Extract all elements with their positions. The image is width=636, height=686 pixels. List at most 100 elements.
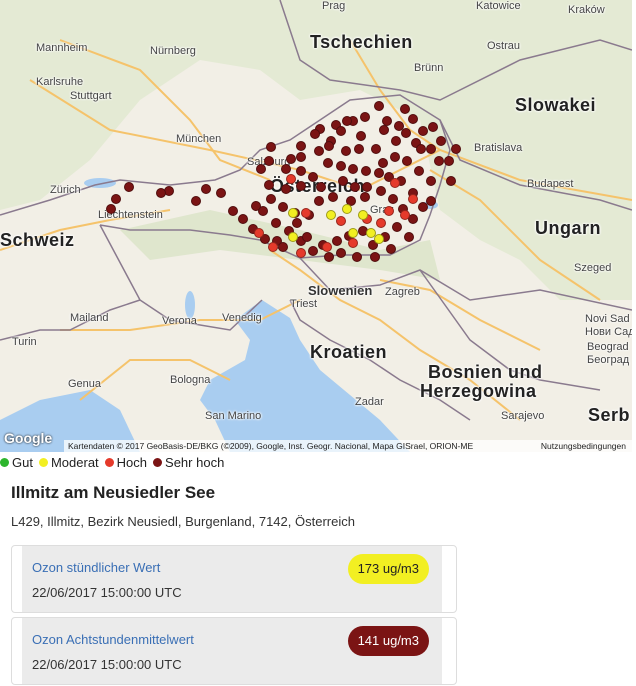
station-marker-hoch[interactable] — [322, 242, 332, 252]
station-marker-hoch[interactable] — [384, 206, 394, 216]
station-marker-sehr-hoch[interactable] — [271, 218, 281, 228]
station-marker-sehr-hoch[interactable] — [332, 236, 342, 246]
station-marker-sehr-hoch[interactable] — [378, 158, 388, 168]
station-marker-sehr-hoch[interactable] — [296, 166, 306, 176]
station-marker-sehr-hoch[interactable] — [251, 201, 261, 211]
station-marker-sehr-hoch[interactable] — [376, 186, 386, 196]
station-marker-sehr-hoch[interactable] — [336, 248, 346, 258]
station-marker-sehr-hoch[interactable] — [414, 166, 424, 176]
station-marker-hoch[interactable] — [296, 248, 306, 258]
station-marker-sehr-hoch[interactable] — [404, 232, 414, 242]
station-marker-sehr-hoch[interactable] — [292, 218, 302, 228]
station-marker-sehr-hoch[interactable] — [336, 126, 346, 136]
station-marker-sehr-hoch[interactable] — [238, 214, 248, 224]
station-marker-hoch[interactable] — [400, 210, 410, 220]
station-marker-sehr-hoch[interactable] — [382, 116, 392, 126]
terms-link[interactable]: Nutzungsbedingungen — [541, 441, 632, 451]
station-marker-moderat[interactable] — [374, 234, 384, 244]
station-marker-sehr-hoch[interactable] — [308, 246, 318, 256]
station-marker-sehr-hoch[interactable] — [281, 164, 291, 174]
measurement-label[interactable]: Ozon Achtstundenmittelwert — [32, 632, 194, 647]
station-marker-sehr-hoch[interactable] — [374, 168, 384, 178]
station-marker-sehr-hoch[interactable] — [391, 136, 401, 146]
measurement-label[interactable]: Ozon stündlicher Wert — [32, 560, 160, 575]
station-marker-sehr-hoch[interactable] — [360, 112, 370, 122]
station-marker-sehr-hoch[interactable] — [278, 242, 288, 252]
station-marker-hoch[interactable] — [254, 228, 264, 238]
station-marker-hoch[interactable] — [301, 208, 311, 218]
station-marker-moderat[interactable] — [348, 228, 358, 238]
station-marker-hoch[interactable] — [390, 178, 400, 188]
station-marker-hoch[interactable] — [268, 242, 278, 252]
station-marker-sehr-hoch[interactable] — [106, 204, 116, 214]
station-marker-hoch[interactable] — [286, 174, 296, 184]
station-marker-sehr-hoch[interactable] — [362, 182, 372, 192]
station-marker-sehr-hoch[interactable] — [328, 192, 338, 202]
station-marker-sehr-hoch[interactable] — [264, 180, 274, 190]
station-marker-sehr-hoch[interactable] — [216, 188, 226, 198]
station-marker-sehr-hoch[interactable] — [426, 176, 436, 186]
station-marker-sehr-hoch[interactable] — [444, 156, 454, 166]
station-marker-sehr-hoch[interactable] — [390, 152, 400, 162]
station-marker-moderat[interactable] — [288, 208, 298, 218]
station-marker-sehr-hoch[interactable] — [228, 206, 238, 216]
station-marker-sehr-hoch[interactable] — [341, 146, 351, 156]
station-marker-sehr-hoch[interactable] — [352, 252, 362, 262]
station-marker-sehr-hoch[interactable] — [350, 182, 360, 192]
station-marker-sehr-hoch[interactable] — [256, 164, 266, 174]
station-marker-sehr-hoch[interactable] — [302, 232, 312, 242]
station-marker-sehr-hoch[interactable] — [156, 188, 166, 198]
station-marker-sehr-hoch[interactable] — [356, 131, 366, 141]
station-marker-sehr-hoch[interactable] — [379, 125, 389, 135]
station-marker-sehr-hoch[interactable] — [370, 252, 380, 262]
station-marker-sehr-hoch[interactable] — [436, 136, 446, 146]
station-marker-sehr-hoch[interactable] — [266, 142, 276, 152]
station-marker-hoch[interactable] — [408, 194, 418, 204]
station-marker-sehr-hoch[interactable] — [314, 146, 324, 156]
station-marker-sehr-hoch[interactable] — [402, 156, 412, 166]
station-marker-sehr-hoch[interactable] — [296, 181, 306, 191]
station-marker-sehr-hoch[interactable] — [392, 222, 402, 232]
station-marker-sehr-hoch[interactable] — [310, 129, 320, 139]
station-marker-hoch[interactable] — [348, 238, 358, 248]
station-marker-sehr-hoch[interactable] — [361, 166, 371, 176]
station-marker-sehr-hoch[interactable] — [388, 194, 398, 204]
station-marker-sehr-hoch[interactable] — [416, 144, 426, 154]
station-marker-hoch[interactable] — [376, 218, 386, 228]
station-marker-sehr-hoch[interactable] — [428, 122, 438, 132]
station-marker-sehr-hoch[interactable] — [342, 116, 352, 126]
station-marker-sehr-hoch[interactable] — [401, 128, 411, 138]
station-marker-sehr-hoch[interactable] — [338, 176, 348, 186]
station-marker-moderat[interactable] — [342, 204, 352, 214]
station-marker-sehr-hoch[interactable] — [336, 161, 346, 171]
station-marker-moderat[interactable] — [358, 210, 368, 220]
station-marker-sehr-hoch[interactable] — [296, 152, 306, 162]
station-marker-sehr-hoch[interactable] — [111, 194, 121, 204]
station-marker-sehr-hoch[interactable] — [324, 252, 334, 262]
station-marker-sehr-hoch[interactable] — [408, 114, 418, 124]
station-marker-sehr-hoch[interactable] — [308, 172, 318, 182]
station-marker-sehr-hoch[interactable] — [201, 184, 211, 194]
station-marker-sehr-hoch[interactable] — [360, 192, 370, 202]
station-marker-sehr-hoch[interactable] — [426, 144, 436, 154]
map[interactable]: Tschechien Slowakei Österreich Schweiz U… — [0, 0, 632, 452]
station-marker-sehr-hoch[interactable] — [324, 141, 334, 151]
station-marker-sehr-hoch[interactable] — [434, 156, 444, 166]
station-marker-sehr-hoch[interactable] — [281, 184, 291, 194]
station-marker-hoch[interactable] — [336, 216, 346, 226]
station-marker-sehr-hoch[interactable] — [264, 156, 274, 166]
station-marker-sehr-hoch[interactable] — [371, 144, 381, 154]
station-marker-sehr-hoch[interactable] — [314, 196, 324, 206]
station-marker-sehr-hoch[interactable] — [386, 244, 396, 254]
station-marker-sehr-hoch[interactable] — [296, 141, 306, 151]
station-marker-sehr-hoch[interactable] — [426, 196, 436, 206]
station-marker-sehr-hoch[interactable] — [124, 182, 134, 192]
station-marker-sehr-hoch[interactable] — [400, 104, 410, 114]
station-marker-sehr-hoch[interactable] — [316, 182, 326, 192]
station-marker-sehr-hoch[interactable] — [191, 196, 201, 206]
station-marker-sehr-hoch[interactable] — [374, 101, 384, 111]
station-marker-moderat[interactable] — [326, 210, 336, 220]
station-marker-sehr-hoch[interactable] — [323, 158, 333, 168]
station-marker-sehr-hoch[interactable] — [354, 144, 364, 154]
station-marker-sehr-hoch[interactable] — [278, 202, 288, 212]
